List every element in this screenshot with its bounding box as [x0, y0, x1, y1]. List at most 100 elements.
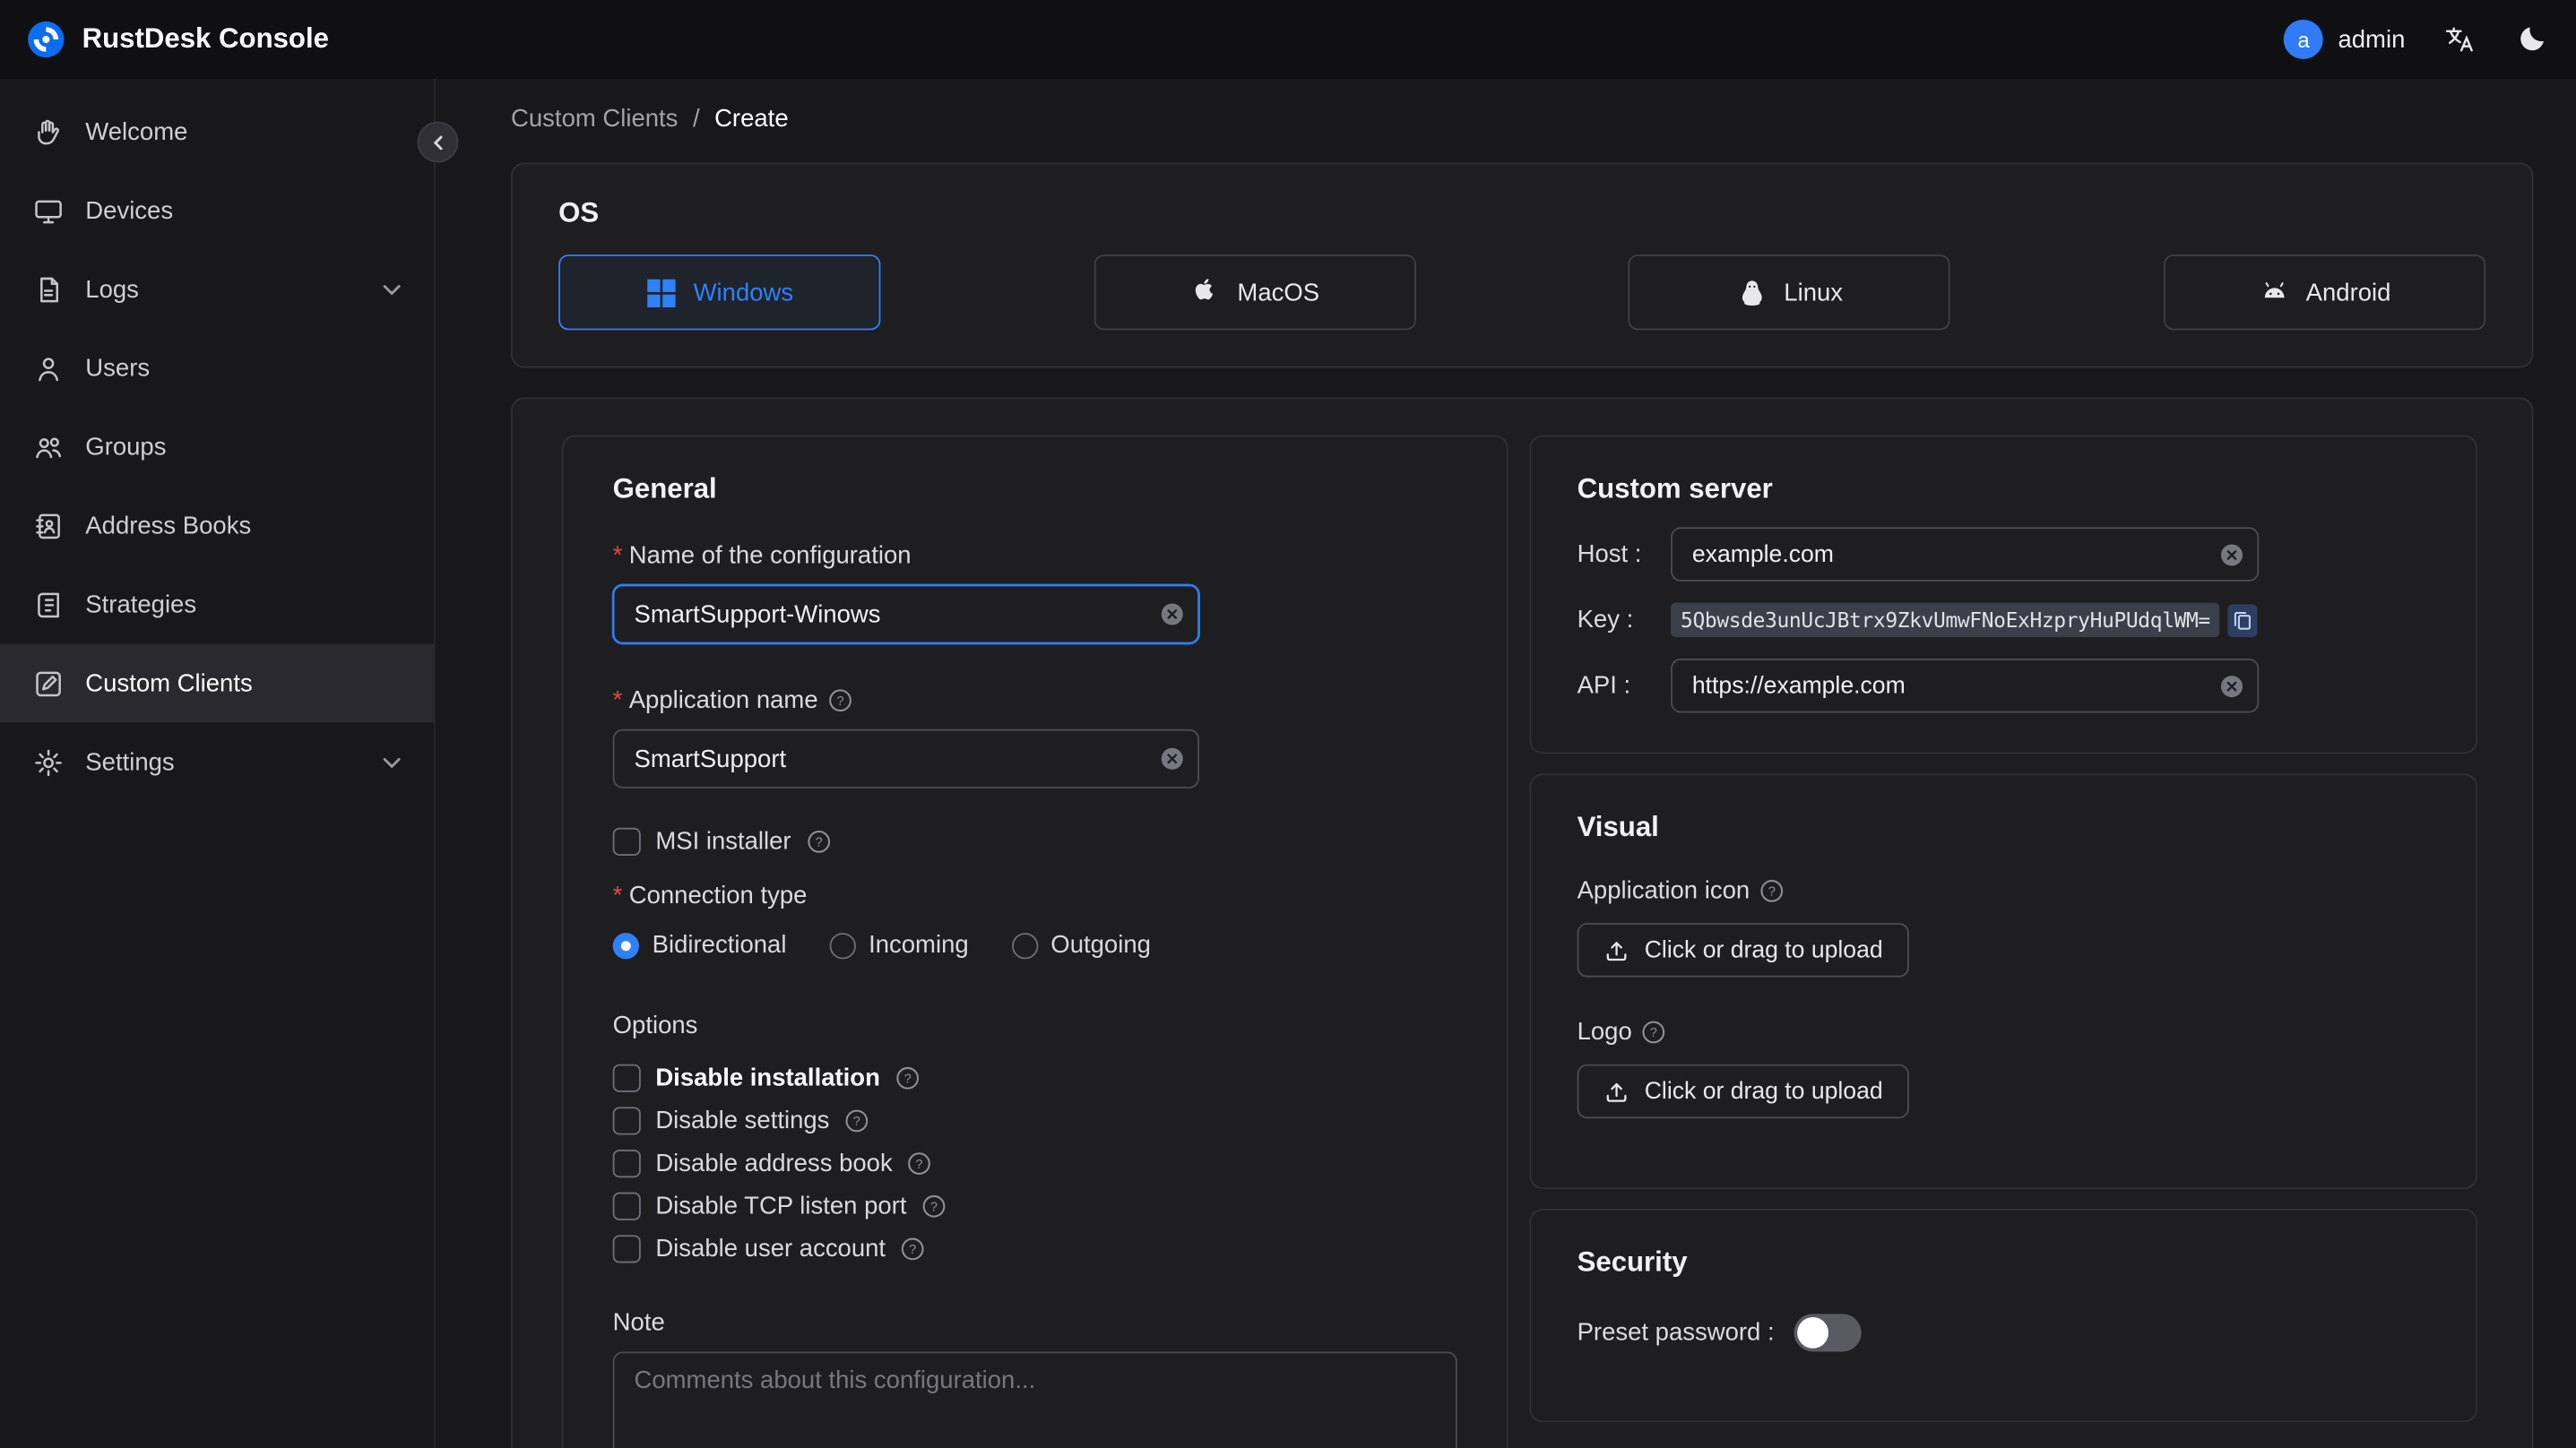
general-section: General Name of the configuration Applic… — [561, 435, 1508, 1448]
security-section: Security Preset password : — [1529, 1209, 2478, 1423]
upload-button-label: Click or drag to upload — [1644, 936, 1883, 963]
os-android-button[interactable]: Android — [2163, 254, 2486, 331]
radio-label: Bidirectional — [652, 931, 787, 960]
chevron-down-icon — [383, 753, 401, 771]
sidebar-item-settings[interactable]: Settings — [0, 722, 434, 801]
sidebar-item-devices[interactable]: Devices — [0, 171, 434, 250]
radio-incoming[interactable]: Incoming — [829, 931, 969, 959]
disable-user-account-checkbox[interactable] — [612, 1235, 641, 1263]
application-name-label: Application name — [613, 686, 818, 714]
sidebar-item-custom-clients[interactable]: Custom Clients — [0, 643, 434, 723]
svg-text:?: ? — [853, 1115, 860, 1129]
right-column: Custom server Host : Key : 5Qbwsde3unU — [1529, 435, 2478, 1423]
note-textarea[interactable] — [612, 1351, 1457, 1448]
preset-password-toggle[interactable] — [1794, 1314, 1862, 1352]
radio-selected-icon — [612, 932, 639, 959]
main-content: Custom Clients / Create OS Windows MacOS — [436, 79, 2576, 1448]
chevron-down-icon — [383, 280, 401, 298]
radio-outgoing[interactable]: Outgoing — [1011, 931, 1151, 959]
dark-mode-moon-icon[interactable] — [2513, 22, 2549, 57]
clear-icon[interactable] — [2219, 673, 2243, 697]
language-translate-icon[interactable] — [2442, 22, 2477, 57]
api-input[interactable] — [1671, 658, 2260, 713]
disable-settings-checkbox[interactable] — [612, 1107, 641, 1135]
os-windows-button[interactable]: Windows — [558, 254, 881, 331]
radio-bidirectional[interactable]: Bidirectional — [612, 931, 787, 960]
application-name-input[interactable] — [612, 728, 1200, 789]
upload-button-label: Click or drag to upload — [1644, 1078, 1883, 1105]
monitor-icon — [33, 194, 65, 226]
user-name: admin — [2338, 25, 2406, 54]
disable-tcp-listen-port-checkbox[interactable] — [612, 1192, 641, 1220]
option-label: Disable settings — [655, 1107, 830, 1135]
option-label: Disable TCP listen port — [655, 1192, 907, 1220]
help-icon[interactable]: ? — [844, 1108, 869, 1133]
sidebar-item-strategies[interactable]: Strategies — [0, 565, 434, 644]
note-label: Note — [612, 1308, 665, 1337]
sidebar-item-label: Address Books — [85, 511, 252, 540]
clear-icon[interactable] — [1160, 746, 1184, 771]
clear-icon[interactable] — [1160, 602, 1184, 626]
msi-installer-checkbox[interactable] — [612, 827, 641, 856]
clear-icon[interactable] — [2219, 542, 2243, 566]
msi-installer-label: MSI installer — [655, 827, 791, 856]
radio-label: Incoming — [869, 931, 969, 960]
help-icon[interactable]: ? — [907, 1151, 931, 1176]
help-icon[interactable]: ? — [828, 688, 852, 712]
security-title: Security — [1577, 1246, 1688, 1278]
config-name-input[interactable] — [612, 584, 1200, 644]
svg-text:?: ? — [930, 1200, 938, 1214]
svg-text:?: ? — [909, 1243, 916, 1257]
key-label: Key : — [1577, 606, 1634, 634]
breadcrumb-separator: / — [692, 105, 700, 134]
disable-installation-checkbox[interactable] — [612, 1064, 641, 1092]
upload-icon — [1604, 937, 1629, 963]
help-icon[interactable]: ? — [921, 1194, 946, 1219]
help-icon[interactable]: ? — [895, 1066, 919, 1090]
strategy-document-icon — [33, 589, 65, 620]
help-icon[interactable]: ? — [806, 830, 830, 854]
os-button-label: Linux — [1784, 278, 1844, 306]
file-text-icon — [33, 273, 65, 305]
radio-icon — [1011, 932, 1038, 959]
copy-icon[interactable] — [2228, 603, 2259, 637]
svg-text:?: ? — [1768, 885, 1776, 900]
sidebar-item-label: Devices — [85, 196, 174, 225]
user-icon — [33, 352, 65, 384]
os-button-label: MacOS — [1237, 278, 1320, 306]
application-icon-label: Application icon — [1577, 876, 1750, 905]
rustdesk-logo-icon — [26, 20, 65, 59]
user-menu[interactable]: a admin — [2283, 19, 2406, 59]
breadcrumb: Custom Clients / Create — [511, 105, 2533, 133]
sidebar-item-label: Settings — [85, 747, 175, 777]
host-input[interactable] — [1671, 527, 2260, 582]
disable-address-book-checkbox[interactable] — [612, 1150, 641, 1178]
svg-text:?: ? — [903, 1072, 911, 1086]
app-title: RustDesk Console — [82, 22, 329, 55]
host-label: Host : — [1577, 540, 1642, 569]
help-icon[interactable]: ? — [1642, 1020, 1666, 1044]
sidebar-item-address-books[interactable]: Address Books — [0, 487, 434, 565]
help-icon[interactable]: ? — [1759, 879, 1784, 903]
sidebar-item-users[interactable]: Users — [0, 329, 434, 408]
os-macos-button[interactable]: MacOS — [1094, 254, 1416, 331]
sidebar-item-welcome[interactable]: Welcome — [0, 92, 434, 171]
sidebar-item-groups[interactable]: Groups — [0, 408, 434, 487]
option-label: Disable user account — [655, 1235, 886, 1263]
help-icon[interactable]: ? — [901, 1237, 925, 1261]
sidebar-item-logs[interactable]: Logs — [0, 250, 434, 329]
breadcrumb-parent[interactable]: Custom Clients — [511, 105, 678, 133]
app-icon-upload-button[interactable]: Click or drag to upload — [1577, 923, 1909, 978]
avatar[interactable]: a — [2283, 19, 2323, 59]
api-label: API : — [1577, 671, 1631, 700]
sidebar-item-label: Groups — [85, 432, 167, 461]
sidebar-item-label: Custom Clients — [85, 668, 253, 698]
svg-text:?: ? — [836, 694, 843, 709]
general-title: General — [612, 472, 717, 504]
server-key-value: 5Qbwsde3unUcJBtrx9ZkvUmwFNoExHzpryHuPUdq… — [1671, 602, 2220, 638]
os-linux-button[interactable]: Linux — [1628, 254, 1951, 331]
os-button-label: Windows — [693, 278, 794, 306]
sidebar-collapse-button[interactable] — [417, 121, 459, 163]
sidebar-item-label: Users — [85, 353, 151, 383]
logo-upload-button[interactable]: Click or drag to upload — [1577, 1064, 1909, 1119]
